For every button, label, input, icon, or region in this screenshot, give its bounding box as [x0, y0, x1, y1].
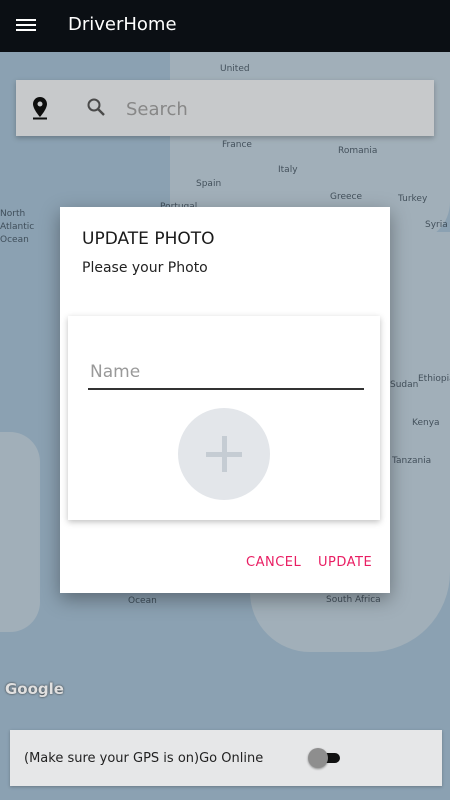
go-online-label: (Make sure your GPS is on)Go Online: [24, 751, 264, 766]
dialog-message: Please your Photo: [82, 260, 208, 276]
app-bar: DriverHome: [0, 0, 450, 52]
go-online-toggle[interactable]: [308, 748, 342, 768]
add-photo-button[interactable]: [178, 408, 270, 500]
cancel-button[interactable]: CANCEL: [246, 555, 301, 570]
update-photo-dialog: UPDATE PHOTO Please your Photo CANCEL UP…: [60, 207, 390, 593]
toggle-thumb: [308, 748, 328, 768]
photo-card: [68, 316, 380, 520]
name-field[interactable]: [88, 356, 364, 390]
go-online-bar: (Make sure your GPS is on)Go Online: [10, 730, 442, 786]
update-button[interactable]: UPDATE: [318, 555, 372, 570]
app-title: DriverHome: [68, 14, 177, 35]
dialog-title: UPDATE PHOTO: [82, 229, 215, 249]
hamburger-menu-icon[interactable]: [16, 16, 36, 36]
